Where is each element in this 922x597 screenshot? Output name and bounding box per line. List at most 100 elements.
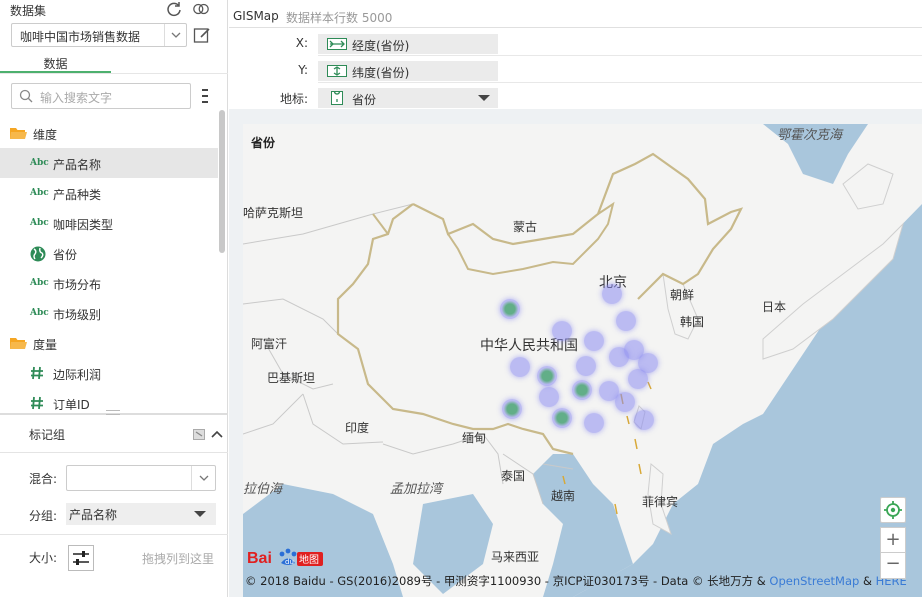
map-bubble[interactable] xyxy=(616,311,636,331)
sliders-icon xyxy=(73,551,89,565)
locate-button[interactable] xyxy=(880,497,906,523)
scrollbar-thumb[interactable] xyxy=(219,110,225,253)
zoom-out-button[interactable]: − xyxy=(880,553,906,579)
y-axis-row: Y: 纬度(省份) xyxy=(229,57,922,83)
map-bubble[interactable] xyxy=(628,369,648,389)
folder-icon xyxy=(10,338,27,349)
dataset-link-icon[interactable] xyxy=(192,0,210,18)
chevron-up-icon[interactable] xyxy=(211,430,223,438)
latitude-icon xyxy=(327,65,347,77)
divider xyxy=(229,27,922,28)
longitude-icon xyxy=(327,38,347,50)
openstreetmap-link[interactable]: OpenStreetMap xyxy=(769,574,859,588)
map-bubble[interactable] xyxy=(576,356,596,376)
field-item[interactable]: 省份 xyxy=(0,238,218,268)
caret-down-icon[interactable] xyxy=(478,95,490,101)
landmark-row: 地标: 省份 xyxy=(229,84,922,110)
map-bubble[interactable] xyxy=(552,321,572,341)
search-icon xyxy=(19,89,33,103)
field-item[interactable]: 订单ID xyxy=(0,388,218,410)
location-target-icon xyxy=(884,501,902,519)
chart-type-title: GISMap xyxy=(233,9,279,23)
mix-select[interactable] xyxy=(66,465,216,491)
map-label-pakistan: 巴基斯坦 xyxy=(267,371,316,385)
map-bubble[interactable] xyxy=(584,331,604,351)
zoom-in-button[interactable]: + xyxy=(880,527,906,553)
field-list: 维度 Abc 产品名称 Abc 产品种类 Abc 咖啡因类型 省份 Abc 市场… xyxy=(0,118,218,410)
tab-data[interactable]: 数据 xyxy=(0,55,111,74)
map-bubble[interactable] xyxy=(615,392,635,412)
map-canvas[interactable]: 省份 鄂霍次克海 哈萨克斯坦 蒙古 北京 朝鲜 韩国 日本 中华人民共和国 阿富… xyxy=(243,124,922,597)
field-item[interactable]: 边际利润 xyxy=(0,358,218,388)
map-bubble[interactable] xyxy=(537,366,557,386)
x-axis-field-chip[interactable]: 经度(省份) xyxy=(318,34,498,54)
map-label-mongolia: 蒙古 xyxy=(513,220,538,234)
field-item[interactable]: Abc 产品名称 xyxy=(0,148,218,178)
map-bubble[interactable] xyxy=(572,380,592,400)
sample-rows-label: 数据样本行数 5000 xyxy=(286,11,393,25)
tab-divider xyxy=(0,73,228,74)
mark-settings-icon[interactable] xyxy=(193,429,205,440)
chevron-down-icon[interactable] xyxy=(191,466,215,490)
mark-group-title: 标记组 xyxy=(29,428,66,442)
drag-hint: 拖拽列到这里 xyxy=(142,552,215,566)
text-type-icon: Abc xyxy=(30,278,49,288)
group-label: 分组: xyxy=(29,509,58,523)
refresh-icon[interactable] xyxy=(165,0,183,18)
map-label-okhotsk: 鄂霍次克海 xyxy=(777,128,843,143)
caret-down-icon[interactable] xyxy=(194,511,206,517)
map-bubble[interactable] xyxy=(634,410,654,430)
text-type-icon: Abc xyxy=(30,158,49,168)
field-item[interactable]: Abc 咖啡因类型 xyxy=(0,208,218,238)
text-type-icon: Abc xyxy=(30,218,49,228)
map-label-kazakhstan: 哈萨克斯坦 xyxy=(243,206,304,220)
map-label-japan: 日本 xyxy=(762,300,787,314)
map-label-malaysia: 马来西亚 xyxy=(491,550,540,564)
map-bubble[interactable] xyxy=(539,387,559,407)
map-bubble[interactable] xyxy=(584,413,604,433)
edit-icon[interactable] xyxy=(193,26,211,44)
map-bubble[interactable] xyxy=(510,357,530,377)
map-label-thailand: 泰国 xyxy=(501,469,526,483)
field-item[interactable]: Abc 产品种类 xyxy=(0,178,218,208)
landmark-field-chip[interactable]: 省份 xyxy=(318,88,498,108)
map-bubble[interactable] xyxy=(602,284,622,304)
y-axis-field-chip[interactable]: 纬度(省份) xyxy=(318,61,498,81)
legend-title: 省份 xyxy=(251,136,276,150)
dataset-title: 数据集 xyxy=(10,4,47,18)
map-label-philippines: 菲律宾 xyxy=(642,495,679,509)
group-dimension[interactable]: 维度 xyxy=(0,118,218,148)
number-type-icon xyxy=(31,396,43,410)
text-type-icon: Abc xyxy=(30,308,49,318)
map-label-afghanistan: 阿富汗 xyxy=(251,337,288,351)
map-label-vietnam: 越南 xyxy=(551,489,576,503)
dataset-select[interactable]: 咖啡中国市场销售数据 xyxy=(11,23,187,47)
field-item[interactable]: Abc 市场分布 xyxy=(0,268,218,298)
chevron-down-icon[interactable] xyxy=(164,24,186,46)
x-axis-label: X: xyxy=(295,36,308,50)
size-slider-button[interactable] xyxy=(68,545,94,571)
search-input[interactable]: 输入搜索文字 xyxy=(11,83,191,109)
menu-icon[interactable] xyxy=(202,88,208,104)
chart-panel: GISMap 数据样本行数 5000 X: 经度(省份) Y: 纬度(省份) 地… xyxy=(229,0,922,597)
left-panel: 数据集 咖啡中国市场销售数据 数据 输入搜索文字 维度 Abc 产品名称 Abc… xyxy=(0,0,228,597)
group-select[interactable]: 产品名称 xyxy=(66,503,216,525)
map-bubble[interactable] xyxy=(502,399,522,419)
map-bubble[interactable] xyxy=(500,299,520,319)
dataset-select-value: 咖啡中国市场销售数据 xyxy=(20,30,141,44)
svg-text:du: du xyxy=(285,558,294,566)
baidu-map-logo: Bai du 地图 xyxy=(247,545,323,569)
number-type-icon xyxy=(31,366,43,380)
landmark-label: 地标: xyxy=(279,92,308,106)
splitter-grip-icon[interactable] xyxy=(106,410,120,415)
map-bubble[interactable] xyxy=(609,347,629,367)
map-label-india: 印度 xyxy=(345,421,370,435)
folder-icon xyxy=(10,128,27,139)
group-measure[interactable]: 度量 xyxy=(0,328,218,358)
map-bubble[interactable] xyxy=(552,408,572,428)
size-label: 大小: xyxy=(29,551,58,565)
svg-text:地图: 地图 xyxy=(299,553,319,566)
x-axis-row: X: 经度(省份) xyxy=(229,30,922,56)
mix-label: 混合: xyxy=(29,472,58,486)
field-item[interactable]: Abc 市场级别 xyxy=(0,298,218,328)
